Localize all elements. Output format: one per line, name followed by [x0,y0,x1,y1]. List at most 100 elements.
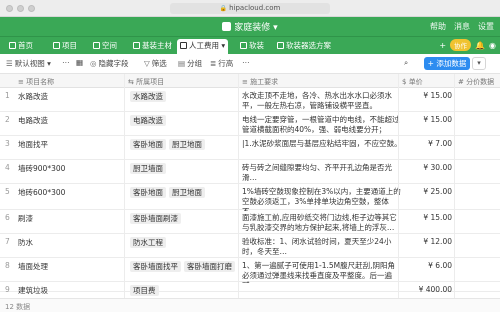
requirements-cell[interactable]: 验收标准：1、闭水试验时间，夏天至少24小时，冬天至… [242,237,402,259]
table-row[interactable]: 8 墙面处理 客卧墙面找平 客卧墙面打磨 1、第一遍腻子可使用1-1.5M腹尺赶刮,阴阳… [0,258,500,283]
col-unit-price[interactable]: $ 单价 [402,77,423,87]
table-row[interactable]: 9 建筑垃圾 项目费 ¥ 400.00 [0,282,500,296]
parent-project-cell[interactable]: 项目费 [130,285,236,296]
unit-price-cell[interactable]: ¥ 30.00 [402,163,452,172]
project-name-cell[interactable]: 刷漆 [18,213,33,224]
tab-labor-cost[interactable]: 人工费用 ▾ [177,39,229,55]
unit-price-cell[interactable]: ¥ 400.00 [402,285,452,294]
more-tools-icon[interactable]: ⋯ [242,58,250,67]
unit-price-cell[interactable]: ¥ 25.00 [402,187,452,196]
project-name-cell[interactable]: 地面找平 [18,139,48,150]
hide-fields-button[interactable]: ◎ 隐藏字段 [90,58,129,69]
project-tag: 客卧地面 [130,187,166,198]
row-number: 9 [5,285,10,294]
tab-soft-decor-plan[interactable]: 软装器选方案 [274,39,334,55]
browser-chrome: 🔒 hipacloud.com [0,0,500,17]
add-record-menu[interactable]: ▾ [472,57,486,70]
table-row[interactable]: 3 地面找平 客卧地面 厨卫地面 |1.水泥砂浆面层与基层应粘结牢固，不应空鼓。 ¥ 7.… [0,136,500,160]
parent-project-cell[interactable]: 防水工程 [130,237,236,248]
add-tab-icon[interactable]: + [439,41,446,50]
grid-icon [93,42,100,49]
project-tag: 厨卫墙面 [130,163,166,174]
messages-link[interactable]: 消息 [454,21,470,32]
parent-project-cell[interactable]: 客卧地面 厨卫地面 [130,139,236,150]
project-name-cell[interactable]: 电路改造 [18,115,48,126]
parent-project-cell[interactable]: 客卧地面 厨卫地面 [130,187,236,198]
requirements-cell[interactable]: 水改走顶不走地，各冷、热水出水水口必须水平，一般左热右凉，管路铺设横平竖直。 [242,91,402,113]
view-selector[interactable]: ☰ 默认视图 ▾ [6,58,51,69]
col-requirements[interactable]: ≡ 施工要求 [242,77,278,87]
parent-project-cell[interactable]: 客卧墙面刷漆 [130,213,236,224]
table-row[interactable]: 2 电路改造 电路改造 电线一定要穿管，一根管道中的电线，不能超过管道横截面积的40%… [0,112,500,136]
divider [238,74,239,298]
table-row[interactable]: 1 水路改造 水路改造 水改走顶不走地，各冷、热水出水水口必须水平，一般左热右凉，管路… [0,88,500,112]
calendar-icon[interactable]: ▦ [76,58,83,67]
group-button[interactable]: ▤ 分组 [178,58,202,69]
requirements-cell[interactable]: 电线一定要穿管，一根管道中的电线，不能超过管道横截面积的40%，强、弱电线要分开… [242,115,402,137]
col-price-data[interactable]: # 分价数据 [458,77,494,87]
parent-project-cell[interactable]: 客卧墙面找平 客卧墙面打磨 [130,261,236,272]
col-parent-project[interactable]: ⇆ 所属项目 [128,77,164,87]
requirements-cell[interactable]: 1%墙砖空鼓现象控制在3%以内，主要通道上的空鼓必须返工，3%单排单块边角空鼓，… [242,187,402,211]
table-row[interactable]: 4 墙砖900*300 厨卫墙面 砖与砖之间缝隙要均匀、齐平开孔边角是否光滑… ¥ 30… [0,160,500,184]
row-number: 1 [5,91,10,100]
grid-header: ≡ 项目名称 ⇆ 所属项目 ≡ 施工要求 $ 单价 # 分价数据 [0,74,500,88]
grid-icon [133,42,140,49]
col-project-name[interactable]: ≡ 项目名称 [18,77,54,87]
person-icon [180,42,187,49]
requirements-cell[interactable]: 面漆施工前,应用砂纸交将门边线,柜子边等其它与乳胶漆交界的地方保护起来,将墙上的… [242,213,402,235]
tab-spaces[interactable]: 空间 [90,39,120,55]
settings-link[interactable]: 设置 [478,21,494,32]
unit-price-cell[interactable]: ¥ 6.00 [402,261,452,270]
app-logo-icon [222,22,232,31]
unit-price-cell[interactable]: ¥ 15.00 [402,91,452,100]
unit-price-cell[interactable]: ¥ 7.00 [402,139,452,148]
maximize-window-icon[interactable] [28,5,35,12]
project-name-cell[interactable]: 水路改造 [18,91,48,102]
tab-home[interactable]: 首页 [6,39,36,55]
requirements-cell[interactable]: 1、第一遍腻子可使用1-1.5M腹尺赶刮,阴阳角必须通过弹墨线来找垂直度及平整度… [242,261,402,283]
tab-projects[interactable]: 项目 [50,39,80,55]
unit-price-cell[interactable]: ¥ 15.00 [402,115,452,124]
parent-project-cell[interactable]: 厨卫墙面 [130,163,236,174]
project-name-cell[interactable]: 防水 [18,237,33,248]
project-name-cell[interactable]: 地砖600*300 [18,187,65,198]
filter-button[interactable]: ▽ 筛选 [144,58,167,69]
requirements-cell[interactable]: 砖与砖之间缝隙要均匀、齐平开孔边角是否光滑… [242,163,402,185]
bell-icon[interactable]: 🔔 [475,41,485,50]
unit-price-cell[interactable]: ¥ 12.00 [402,237,452,246]
grid-icon [53,42,60,49]
view-menu-icon[interactable]: ⋯ [62,58,70,67]
project-name-cell[interactable]: 建筑垃圾 [18,285,48,296]
table-row[interactable]: 7 防水 防水工程 验收标准：1、闭水试验时间，夏天至少24小时，冬天至… ¥ 12.0… [0,234,500,258]
tabbar-actions: + 协作 🔔 ◉ [439,39,496,51]
tab-soft-decor[interactable]: 软装 [237,39,267,55]
unit-price-cell[interactable]: ¥ 15.00 [402,213,452,222]
minimize-window-icon[interactable] [17,5,24,12]
help-link[interactable]: 帮助 [430,21,446,32]
table-row[interactable]: 6 刷漆 客卧墙面刷漆 面漆施工前,应用砂纸交将门边线,柜子边等其它与乳胶漆交界的地方… [0,210,500,234]
address-bar[interactable]: 🔒 hipacloud.com [170,3,330,14]
project-tag: 客卧地面 [130,139,166,150]
table-row[interactable]: 5 地砖600*300 客卧地面 厨卫地面 1%墙砖空鼓现象控制在3%以内，主要通道上的… [0,184,500,211]
row-height-button[interactable]: ≣ 行高 [210,58,233,69]
eye-off-icon: ◎ [90,59,97,68]
search-icon[interactable]: ⌕ [404,58,408,68]
lock-icon: 🔒 [219,5,228,12]
requirements-cell[interactable] [242,285,402,293]
row-height-icon: ≣ [210,59,217,68]
avatar[interactable]: ◉ [489,41,496,50]
project-tag: 客卧墙面打磨 [184,261,235,272]
tab-materials[interactable]: 基装主材 [130,39,175,55]
divider [454,74,455,298]
parent-project-cell[interactable]: 电路改造 [130,115,236,126]
requirements-cell[interactable]: |1.水泥砂浆面层与基层应粘结牢固，不应空鼓。 [242,139,402,161]
collab-badge[interactable]: 协作 [450,39,472,51]
row-number: 2 [5,115,10,124]
add-record-button[interactable]: + 添加数据 [424,57,470,70]
row-number: 5 [5,187,10,196]
parent-project-cell[interactable]: 水路改造 [130,91,236,102]
project-name-cell[interactable]: 墙砖900*300 [18,163,65,174]
project-name-cell[interactable]: 墙面处理 [18,261,48,272]
close-window-icon[interactable] [6,5,13,12]
